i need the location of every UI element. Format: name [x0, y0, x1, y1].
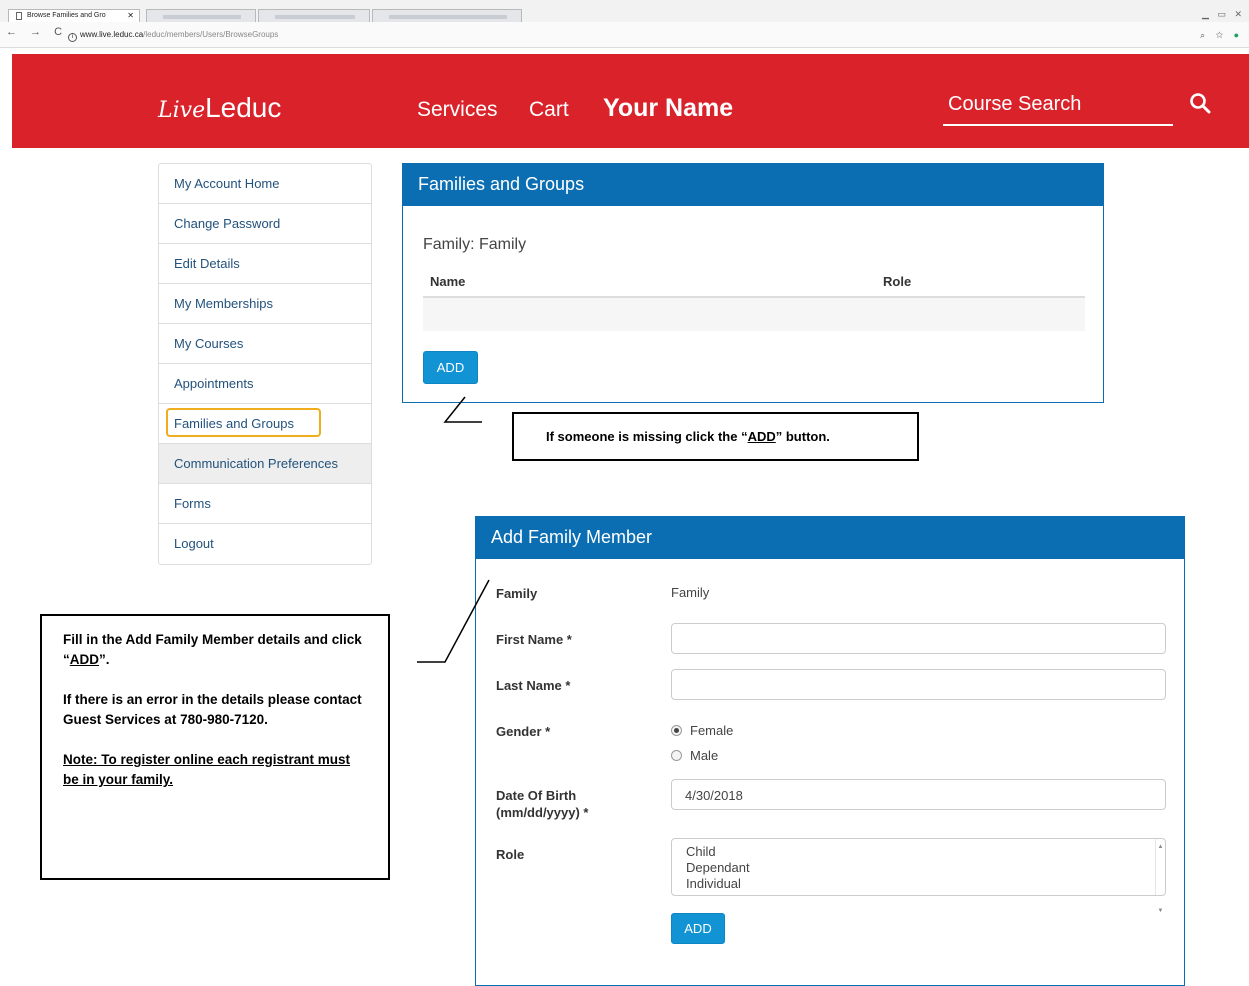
callout-paragraph: If there is an error in the details plea… — [63, 692, 362, 727]
info-icon[interactable]: i — [68, 33, 77, 42]
callout-keyword: ADD — [69, 652, 99, 667]
callout-text: If someone is missing click the “ — [546, 429, 748, 444]
dob-label-line: (mm/dd/yyyy) * — [496, 805, 589, 820]
listbox-scrollbar[interactable]: ▲ ▼ — [1155, 839, 1165, 914]
family-value: Family — [671, 585, 710, 600]
sidebar-item-edit-details[interactable]: Edit Details — [159, 244, 371, 284]
sidebar-item-label: My Account Home — [174, 176, 280, 191]
browser-tab-bar: Browse Families and Gro ✕ ▁ ▭ ✕ — [0, 0, 1249, 22]
radio-label: Female — [690, 723, 734, 738]
sidebar-item-forms[interactable]: Forms — [159, 484, 371, 524]
sidebar-item-change-password[interactable]: Change Password — [159, 204, 371, 244]
nav-cart[interactable]: Cart — [529, 98, 569, 122]
site-header: LiveLeduc Services Cart Your Name Course… — [12, 54, 1249, 148]
close-tab-icon[interactable]: ✕ — [127, 11, 134, 20]
role-select[interactable]: Child Dependant Individual ▲ ▼ — [671, 838, 1166, 914]
dob-label: Date Of Birth (mm/dd/yyyy) * — [496, 787, 588, 821]
sidebar-item-label: Change Password — [174, 216, 281, 231]
first-name-input[interactable] — [671, 623, 1166, 654]
tab-redacted — [275, 15, 355, 19]
panel-title: Add Family Member — [476, 517, 1184, 559]
table-row — [423, 298, 1085, 331]
active-highlight — [166, 408, 321, 437]
nav-services[interactable]: Services — [417, 98, 498, 122]
radio-unselected-icon — [671, 750, 682, 761]
sidebar-item-logout[interactable]: Logout — [159, 524, 371, 564]
browser-toolbar: ← → C i www.live.leduc.ca/leduc/members/U… — [0, 22, 1249, 48]
window-controls[interactable]: ▁ ▭ ✕ — [1202, 9, 1245, 20]
add-family-member-panel: Add Family Member Family Family First Na… — [475, 516, 1185, 986]
families-panel: Families and Groups Family: Family Name … — [402, 163, 1104, 403]
browser-tab-title: Browse Families and Gro — [27, 12, 106, 19]
family-label: Family — [496, 586, 538, 601]
page-icon — [16, 12, 22, 20]
logo-script: Live — [158, 98, 206, 123]
callout-pointer-line — [443, 396, 482, 423]
browser-tab[interactable] — [146, 9, 256, 22]
panel-title: Families and Groups — [403, 164, 1103, 206]
browser-tab[interactable] — [258, 9, 370, 22]
sidebar-item-families-and-groups[interactable]: Families and Groups — [159, 404, 371, 444]
callout-note: Note: To register online each registrant… — [63, 752, 351, 787]
callout-text: ”. — [99, 652, 110, 667]
sidebar-item-appointments[interactable]: Appointments — [159, 364, 371, 404]
sidebar-item-label: My Memberships — [174, 296, 273, 311]
url-host: www.live.leduc.ca — [80, 30, 144, 39]
course-search-input[interactable]: Course Search — [943, 90, 1173, 126]
date-of-birth-input[interactable]: 4/30/2018 — [671, 779, 1166, 810]
sidebar-item-communication-preferences[interactable]: Communication Preferences — [159, 444, 371, 484]
last-name-label: Last Name * — [496, 678, 571, 693]
dob-label-line: Date Of Birth — [496, 788, 577, 803]
search-icon[interactable] — [1189, 92, 1211, 114]
tab-redacted — [389, 15, 507, 19]
family-heading: Family: Family — [423, 236, 527, 253]
gender-radio-male[interactable]: Male — [671, 748, 718, 763]
sidebar-item-my-courses[interactable]: My Courses — [159, 324, 371, 364]
role-option[interactable]: Dependant — [686, 860, 1165, 876]
last-name-input[interactable] — [671, 669, 1166, 700]
sidebar-item-label: My Courses — [174, 336, 244, 351]
sidebar-item-my-memberships[interactable]: My Memberships — [159, 284, 371, 324]
sidebar-item-my-account-home[interactable]: My Account Home — [159, 164, 371, 204]
column-header-name: Name — [430, 274, 466, 289]
role-option[interactable]: Individual — [686, 876, 1165, 892]
sidebar-item-label: Edit Details — [174, 256, 240, 271]
tab-redacted — [163, 15, 241, 19]
radio-label: Male — [690, 748, 719, 763]
callout-text: ” button. — [775, 429, 830, 444]
callout-keyword: ADD — [747, 429, 776, 444]
callout-paragraph: Fill in the Add Family Member details an… — [63, 630, 368, 670]
gender-radio-female[interactable]: Female — [671, 723, 733, 738]
callout-add-instruction: If someone is missing click the “ADD” bu… — [512, 412, 919, 461]
browser-tab-active[interactable]: Browse Families and Gro ✕ — [8, 9, 140, 22]
callout-pointer-line — [417, 579, 490, 663]
logo-wordmark: Leduc — [205, 92, 282, 123]
url-path: /leduc/members/Users/BrowseGroups — [143, 30, 279, 39]
sidebar-item-label: Forms — [174, 496, 211, 511]
site-logo[interactable]: LiveLeduc — [158, 92, 281, 124]
gender-label: Gender * — [496, 724, 551, 739]
role-option[interactable]: Child — [686, 844, 1165, 860]
browser-tab[interactable] — [372, 9, 522, 22]
column-header-role: Role — [883, 274, 912, 289]
nav-buttons[interactable]: ← → C — [6, 26, 67, 38]
address-bar[interactable]: i www.live.leduc.ca/leduc/members/Users/B… — [68, 27, 1168, 43]
submit-add-button[interactable]: ADD — [671, 913, 725, 944]
sidebar-item-label: Logout — [174, 536, 214, 551]
sidebar-item-label: Communication Preferences — [174, 456, 339, 471]
extension-icons[interactable]: ⌕ ☆ ● — [1200, 30, 1243, 41]
user-name[interactable]: Your Name — [603, 94, 733, 123]
radio-selected-icon — [671, 725, 682, 736]
callout-fill-details: Fill in the Add Family Member details an… — [40, 614, 390, 880]
sidebar-item-label: Appointments — [174, 376, 254, 391]
account-sidebar: My Account Home Change Password Edit Det… — [158, 163, 372, 565]
role-label: Role — [496, 847, 525, 862]
add-family-member-button[interactable]: ADD — [423, 351, 478, 384]
first-name-label: First Name * — [496, 632, 572, 647]
